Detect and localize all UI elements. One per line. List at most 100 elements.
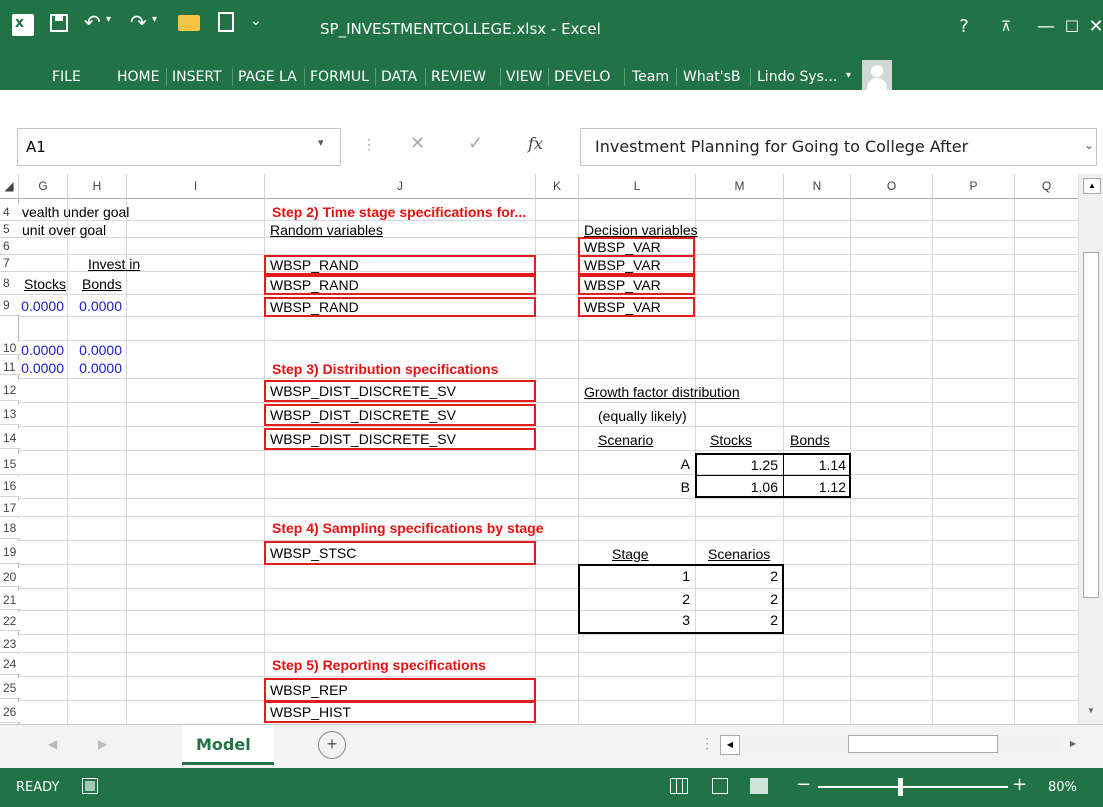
row-header-9[interactable]: 9 xyxy=(0,295,21,316)
bonds-header[interactable]: Bonds xyxy=(790,432,830,448)
account-dropdown-icon[interactable]: ▾ xyxy=(846,70,851,81)
worksheet-grid[interactable]: ◢ G H I J K L M N O P Q 4 5 6 7 8 9 10 1… xyxy=(0,174,1103,724)
column-header-m[interactable]: M xyxy=(696,174,784,199)
zoom-slider-track[interactable] xyxy=(818,786,1008,788)
cell-j25[interactable]: WBSP_REP xyxy=(270,682,348,698)
row-header-21[interactable]: 21 xyxy=(0,591,21,610)
cell-h10[interactable]: 0.0000 xyxy=(70,342,122,358)
row-header-4[interactable]: 4 xyxy=(0,204,21,221)
cell-l6[interactable]: WBSP_VAR xyxy=(584,239,661,255)
scenarios-header[interactable]: Scenarios xyxy=(708,546,770,562)
hscroll-left-icon[interactable]: ◀ xyxy=(720,735,740,755)
random-variables-label[interactable]: Random variables xyxy=(270,222,383,238)
tab-team[interactable]: Team xyxy=(632,66,669,90)
new-file-icon[interactable] xyxy=(218,12,234,32)
column-header-j[interactable]: J xyxy=(265,174,536,199)
close-button[interactable]: ✕ xyxy=(1078,12,1103,42)
insert-function-icon[interactable]: fx xyxy=(528,134,543,153)
confirm-edit-icon[interactable]: ✓ xyxy=(468,133,483,154)
row-header-13[interactable]: 13 xyxy=(0,404,21,425)
cell-j12[interactable]: WBSP_DIST_DISCRETE_SV xyxy=(270,383,456,399)
row-header-14[interactable]: 14 xyxy=(0,428,21,449)
cell-l20[interactable]: 1 xyxy=(590,568,690,584)
cell-j19[interactable]: WBSP_STSC xyxy=(270,545,356,561)
page-layout-view-icon[interactable] xyxy=(712,778,728,794)
cell-j26[interactable]: WBSP_HIST xyxy=(270,704,351,720)
cell-l15[interactable]: A xyxy=(590,456,690,472)
prev-sheet-icon[interactable]: ◀ xyxy=(48,737,57,751)
cell-g10[interactable]: 0.0000 xyxy=(20,342,64,358)
tab-lindo-systems[interactable]: Lindo Sys... xyxy=(757,66,837,90)
tab-view[interactable]: VIEW xyxy=(506,66,542,90)
column-header-q[interactable]: Q xyxy=(1015,174,1079,199)
row-header-11[interactable]: 11 xyxy=(0,360,21,375)
cell-h11[interactable]: 0.0000 xyxy=(70,360,122,376)
cell-l9[interactable]: WBSP_VAR xyxy=(584,299,661,315)
cell-j14[interactable]: WBSP_DIST_DISCRETE_SV xyxy=(270,431,456,447)
cell-n15[interactable]: 1.14 xyxy=(788,457,846,473)
cell-g11[interactable]: 0.0000 xyxy=(20,360,64,376)
row-header-18[interactable]: 18 xyxy=(0,518,21,539)
tab-review[interactable]: REVIEW xyxy=(431,66,486,90)
cell-m15[interactable]: 1.25 xyxy=(700,457,778,473)
cell-j8[interactable]: WBSP_RAND xyxy=(270,277,359,293)
row-header-8[interactable]: 8 xyxy=(0,272,21,295)
sheet-tab-model[interactable]: Model xyxy=(182,725,274,765)
column-header-k[interactable]: K xyxy=(536,174,579,199)
step-2-heading[interactable]: Step 2) Time stage specifications for... xyxy=(272,204,526,220)
row-header-19[interactable]: 19 xyxy=(0,541,21,564)
cell-l7[interactable]: WBSP_VAR xyxy=(584,257,661,273)
next-sheet-icon[interactable]: ▶ xyxy=(98,737,107,751)
step-5-heading[interactable]: Step 5) Reporting specifications xyxy=(272,657,486,673)
row-header-5[interactable]: 5 xyxy=(0,221,21,238)
row-header-25[interactable]: 25 xyxy=(0,678,21,699)
column-header-h[interactable]: H xyxy=(68,174,127,199)
equally-likely-label[interactable]: (equally likely) xyxy=(598,408,687,424)
row-header-7[interactable]: 7 xyxy=(0,255,21,272)
tab-whatsbest[interactable]: What'sB xyxy=(683,66,741,90)
macro-recording-icon[interactable] xyxy=(82,778,98,794)
tab-file[interactable]: FILE xyxy=(52,66,81,90)
decision-variables-label[interactable]: Decision variables xyxy=(584,222,698,238)
row-header-15[interactable]: 15 xyxy=(0,454,21,475)
name-box-dropdown-icon[interactable]: ▾ xyxy=(318,136,324,149)
stage-header[interactable]: Stage xyxy=(612,546,649,562)
tab-home[interactable]: HOME xyxy=(117,66,159,90)
cell-g5[interactable]: unit over goal xyxy=(22,222,106,238)
horizontal-scrollbar-track[interactable] xyxy=(740,735,1060,753)
hscroll-right-icon[interactable]: ▶ xyxy=(1064,735,1082,753)
zoom-in-icon[interactable]: + xyxy=(1012,774,1027,795)
vertical-scrollbar[interactable]: ▲ ▼ xyxy=(1078,174,1103,724)
step-3-heading[interactable]: Step 3) Distribution specifications xyxy=(272,361,498,377)
select-all-corner[interactable]: ◢ xyxy=(0,174,19,199)
row-header-17[interactable]: 17 xyxy=(0,500,21,517)
column-header-l[interactable]: L xyxy=(579,174,696,199)
cell-m21[interactable]: 2 xyxy=(700,591,778,607)
customize-qat-icon[interactable]: ⌄ xyxy=(250,12,262,29)
tab-developer[interactable]: DEVELO xyxy=(554,66,610,90)
user-avatar[interactable] xyxy=(862,60,892,90)
zoom-level[interactable]: 80% xyxy=(1048,780,1077,795)
open-folder-icon[interactable] xyxy=(178,15,200,31)
cell-l21[interactable]: 2 xyxy=(590,591,690,607)
cell-m16[interactable]: 1.06 xyxy=(700,479,778,495)
cell-j7[interactable]: WBSP_RAND xyxy=(270,257,359,273)
page-break-view-icon[interactable] xyxy=(750,778,768,794)
tab-insert[interactable]: INSERT xyxy=(172,66,222,90)
excel-app-icon[interactable]: x xyxy=(12,14,34,36)
formula-bar-options-icon[interactable]: ⋮ xyxy=(362,136,376,153)
ribbon-display-icon[interactable]: ⊼ xyxy=(988,12,1024,42)
tab-page-layout[interactable]: PAGE LA xyxy=(238,66,297,90)
formula-input[interactable]: Investment Planning for Going to College… xyxy=(580,128,1097,166)
scroll-thumb[interactable] xyxy=(1083,252,1099,598)
cell-g8-stocks[interactable]: Stocks xyxy=(24,276,66,292)
help-icon[interactable]: ? xyxy=(946,12,982,42)
column-header-p[interactable]: P xyxy=(933,174,1015,199)
cancel-edit-icon[interactable]: ✕ xyxy=(410,133,425,154)
scroll-up-icon[interactable]: ▲ xyxy=(1083,178,1101,194)
redo-dropdown-icon[interactable]: ▾ xyxy=(152,14,157,25)
cell-j9[interactable]: WBSP_RAND xyxy=(270,299,359,315)
zoom-slider-thumb[interactable] xyxy=(898,778,903,796)
row-header-20[interactable]: 20 xyxy=(0,568,21,587)
horizontal-scroll-thumb[interactable] xyxy=(848,735,998,753)
